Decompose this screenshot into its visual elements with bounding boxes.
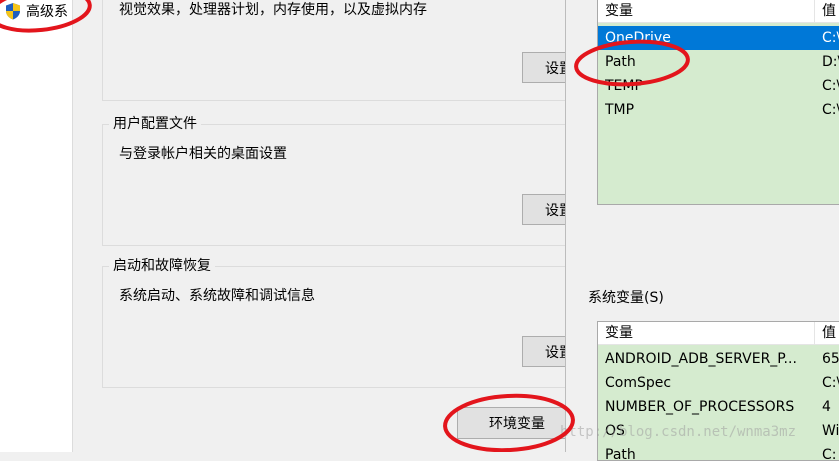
var-name: NUMBER_OF_PROCESSORS	[605, 399, 795, 415]
system-variables-label: 系统变量(S)	[588, 290, 664, 306]
var-value: C:\	[822, 78, 839, 94]
environment-variables-button[interactable]: 环境变量	[457, 407, 577, 439]
system-properties-dialog: 视觉效果，处理器计划，内存使用，以及虚拟内存 设置 用户配置文件 与登录帐户相关…	[72, 0, 582, 452]
var-value: 65	[822, 351, 839, 367]
var-value: C:	[822, 447, 837, 461]
user-variables-list[interactable]: 变量 值 OneDrive C:\ Path D:\ TEMP C:\ TMP …	[597, 0, 839, 205]
user-profiles-group: 用户配置文件 与登录帐户相关的桌面设置	[102, 115, 574, 246]
column-header-variable[interactable]: 变量	[605, 322, 633, 344]
var-value: 4	[822, 399, 831, 415]
column-header-value[interactable]: 值	[822, 0, 836, 22]
performance-description: 视觉效果，处理器计划，内存使用，以及虚拟内存	[119, 2, 427, 18]
system-var-row-comspec[interactable]: ComSpec C:\	[598, 371, 839, 395]
system-variables-list[interactable]: 变量 值 ANDROID_ADB_SERVER_P... 65 ComSpec …	[597, 321, 839, 461]
var-name: OS	[605, 423, 625, 439]
system-var-row-os[interactable]: OS Wi	[598, 419, 839, 443]
var-value: Wi	[822, 423, 839, 439]
var-name: Path	[605, 447, 636, 461]
var-value: C:\	[822, 30, 839, 46]
user-var-row-onedrive[interactable]: OneDrive C:\	[598, 26, 839, 50]
left-nav: 高级系	[0, 0, 72, 452]
performance-group: 视觉效果，处理器计划，内存使用，以及虚拟内存	[102, 0, 574, 101]
var-value: C:\	[822, 102, 839, 118]
nav-item-advanced-system-settings[interactable]: 高级系	[4, 0, 68, 22]
system-var-row-path[interactable]: Path C:	[598, 443, 839, 461]
startup-recovery-description: 系统启动、系统故障和调试信息	[119, 288, 315, 304]
var-name: ANDROID_ADB_SERVER_P...	[605, 351, 797, 367]
environment-variables-window: 变量 值 OneDrive C:\ Path D:\ TEMP C:\ TMP …	[565, 0, 839, 461]
user-profiles-description: 与登录帐户相关的桌面设置	[119, 146, 287, 162]
startup-recovery-title: 启动和故障恢复	[109, 257, 215, 275]
system-var-row-number-of-processors[interactable]: NUMBER_OF_PROCESSORS 4	[598, 395, 839, 419]
user-var-row-path[interactable]: Path D:\	[598, 50, 839, 74]
nav-item-label: 高级系	[26, 4, 68, 20]
system-variables-header: 变量 值	[598, 322, 839, 345]
user-var-row-tmp[interactable]: TMP C:\	[598, 98, 839, 122]
var-value: D:\	[822, 54, 839, 70]
user-profiles-title: 用户配置文件	[109, 115, 201, 133]
column-divider[interactable]	[814, 0, 815, 23]
column-header-value[interactable]: 值	[822, 322, 836, 344]
var-name: TEMP	[605, 78, 643, 94]
var-name: Path	[605, 54, 636, 70]
column-divider[interactable]	[814, 322, 815, 345]
var-name: TMP	[605, 102, 635, 118]
startup-recovery-group: 启动和故障恢复 系统启动、系统故障和调试信息	[102, 257, 574, 388]
uac-shield-icon	[4, 2, 22, 20]
column-header-variable[interactable]: 变量	[605, 0, 633, 22]
var-name: ComSpec	[605, 375, 672, 391]
var-value: C:\	[822, 375, 839, 391]
system-var-row-android-adb[interactable]: ANDROID_ADB_SERVER_P... 65	[598, 347, 839, 371]
user-variables-header: 变量 值	[598, 0, 839, 23]
user-var-row-temp[interactable]: TEMP C:\	[598, 74, 839, 98]
var-name: OneDrive	[605, 30, 671, 46]
